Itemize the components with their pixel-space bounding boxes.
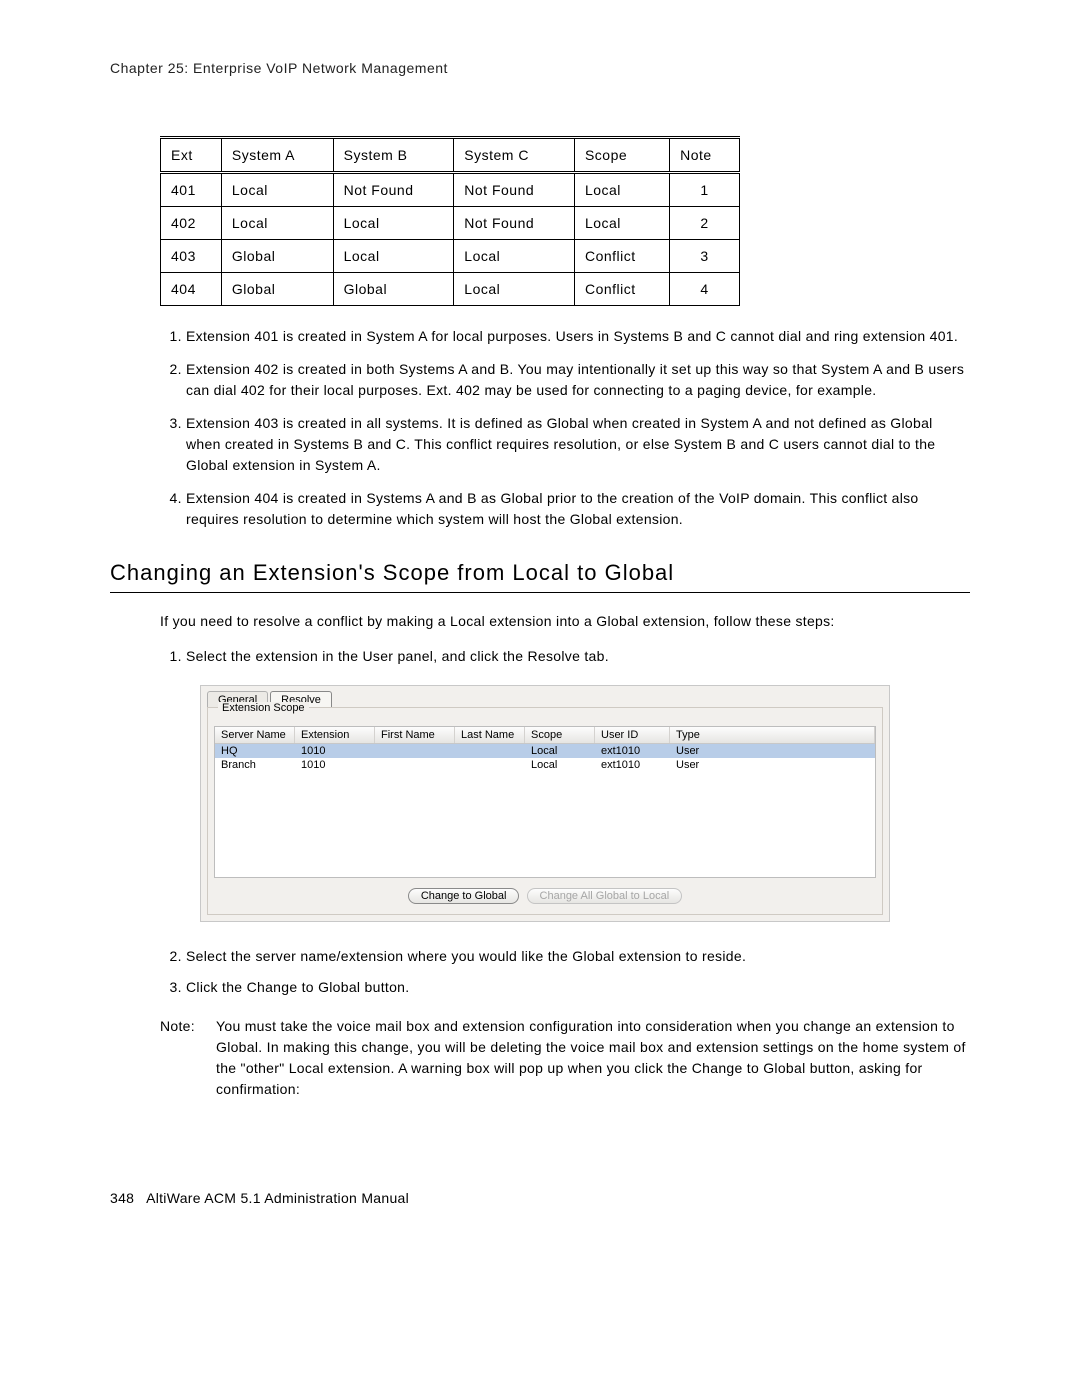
list-item[interactable]: Branch 1010 Local ext1010 User [215,758,875,772]
col-system-a: System A [221,138,333,173]
col-system-c: System C [454,138,575,173]
col-scope[interactable]: Scope [525,727,595,743]
col-note: Note [670,138,740,173]
step-item: Click the Change to Global button. [186,977,970,998]
table-row: 404 Global Global Local Conflict 4 [161,273,740,306]
col-scope: Scope [574,138,669,173]
table-row: 401 Local Not Found Not Found Local 1 [161,173,740,207]
col-last-name[interactable]: Last Name [455,727,525,743]
table-row: 403 Global Local Local Conflict 3 [161,240,740,273]
page-footer: 348 AltiWare ACM 5.1 Administration Manu… [110,1190,970,1206]
col-extension[interactable]: Extension [295,727,375,743]
table-notes: Extension 401 is created in System A for… [160,326,970,530]
resolve-panel: General Resolve Extension Scope Server N… [200,685,890,922]
note-text: You must take the voice mail box and ext… [216,1016,970,1100]
col-ext: Ext [161,138,222,173]
section-rule [110,592,970,593]
table-header-row: Ext System A System B System C Scope Not… [161,138,740,173]
col-first-name[interactable]: First Name [375,727,455,743]
note-item: Extension 403 is created in all systems.… [186,413,970,476]
section-intro: If you need to resolve a conflict by mak… [160,611,970,632]
col-user-id[interactable]: User ID [595,727,670,743]
change-all-global-to-local-button: Change All Global to Local [527,888,683,904]
note-item: Extension 404 is created in Systems A an… [186,488,970,530]
manual-title: AltiWare ACM 5.1 Administration Manual [146,1190,409,1206]
col-server-name[interactable]: Server Name [215,727,295,743]
list-item[interactable]: HQ 1010 Local ext1010 User [215,744,875,758]
step-item: Select the server name/extension where y… [186,946,970,967]
page-number: 348 [110,1190,134,1206]
note-item: Extension 402 is created in both Systems… [186,359,970,401]
note-block: Note: You must take the voice mail box a… [160,1016,970,1100]
extension-listview[interactable]: Server Name Extension First Name Last Na… [214,726,876,878]
step-item: Select the extension in the User panel, … [186,646,970,667]
steps-list-bottom: Select the server name/extension where y… [160,946,970,998]
note-item: Extension 401 is created in System A for… [186,326,970,347]
groupbox-label: Extension Scope [218,702,309,714]
col-system-b: System B [333,138,454,173]
change-to-global-button[interactable]: Change to Global [408,888,520,904]
listview-header: Server Name Extension First Name Last Na… [215,727,875,744]
section-heading: Changing an Extension's Scope from Local… [110,560,970,586]
scope-table: Ext System A System B System C Scope Not… [160,136,740,306]
col-type[interactable]: Type [670,727,875,743]
note-label: Note: [160,1016,216,1100]
table-row: 402 Local Local Not Found Local 2 [161,207,740,240]
steps-list-top: Select the extension in the User panel, … [160,646,970,667]
chapter-header: Chapter 25: Enterprise VoIP Network Mana… [110,60,970,76]
